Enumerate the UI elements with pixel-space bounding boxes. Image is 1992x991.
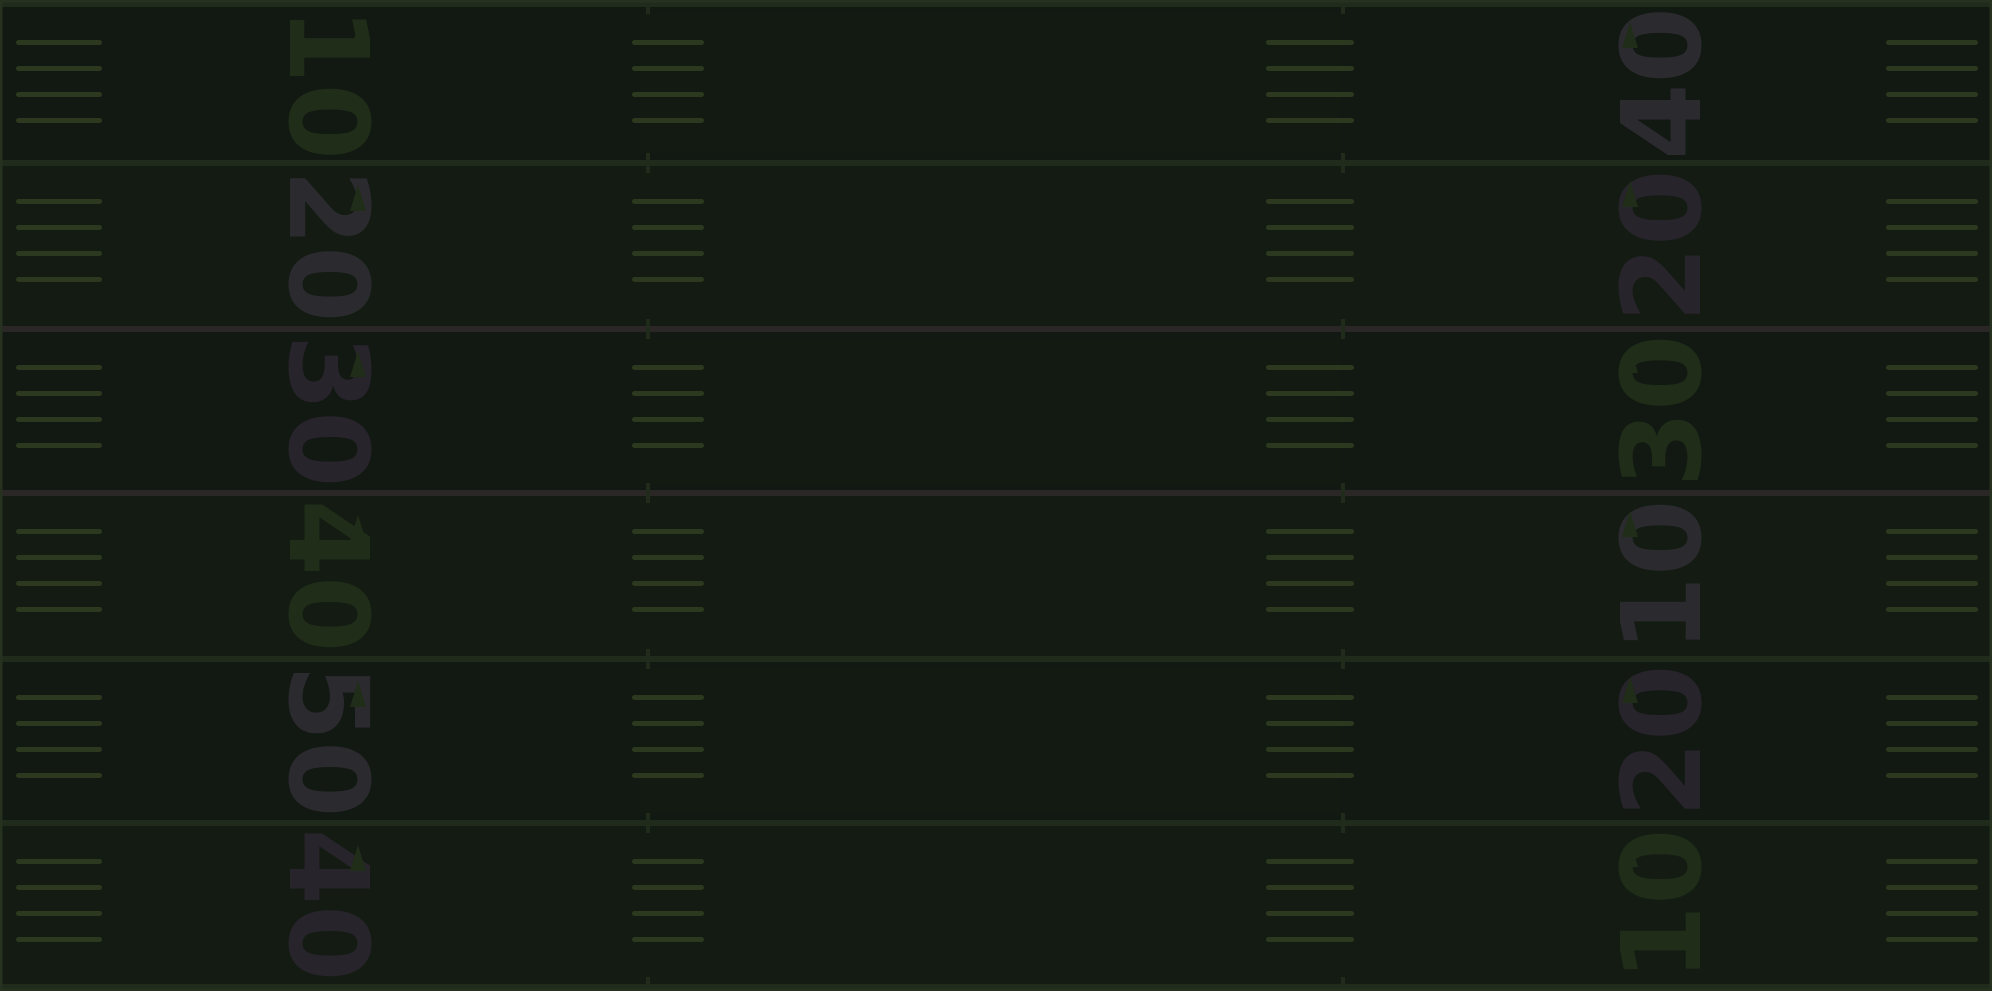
dim-overlay <box>0 0 1992 991</box>
football-field: 10 40 20 20 30 30 40 10 50 20 40 10 <box>0 0 1992 991</box>
field-markings: 10 4020 2030 3040 1050 2040 10 <box>0 0 1992 991</box>
